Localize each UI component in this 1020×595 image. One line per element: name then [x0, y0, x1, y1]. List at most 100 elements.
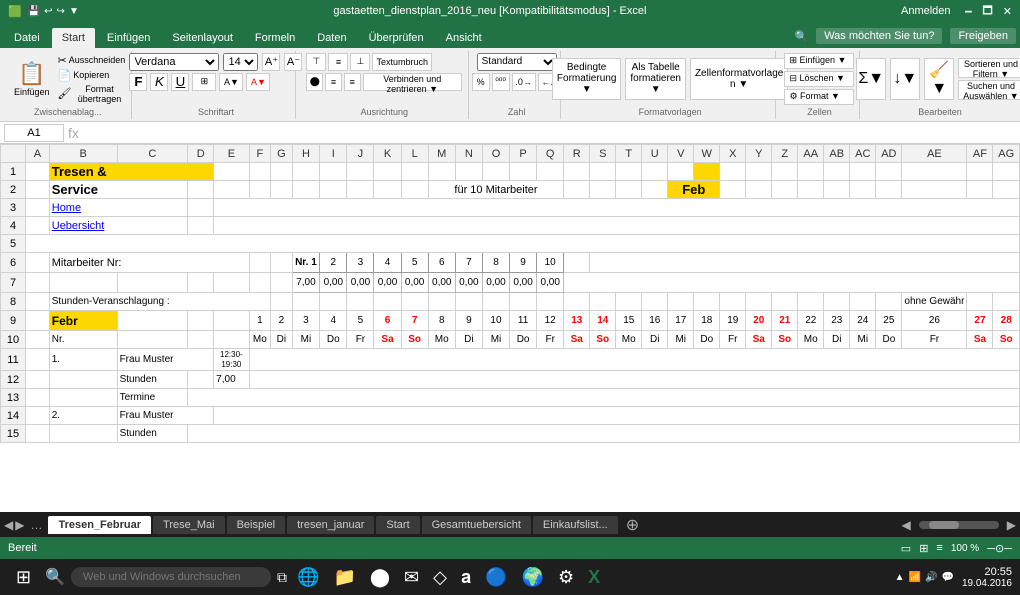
sheet-tab-tresen-februar[interactable]: Tresen_Februar [48, 516, 151, 534]
cell-A9[interactable] [26, 311, 50, 331]
sum-btn[interactable]: Σ▼ [856, 58, 886, 100]
add-sheet-btn[interactable]: ⊕ [620, 515, 645, 535]
cell-X10[interactable]: Fr [720, 331, 746, 349]
col-A[interactable]: A [26, 145, 50, 163]
cell-Q7[interactable]: 0,00 [537, 273, 564, 293]
cell-M8[interactable] [428, 293, 455, 311]
cell-V8[interactable] [668, 293, 694, 311]
cell-rest-15[interactable] [188, 425, 1020, 443]
close-btn[interactable]: ✕ [1003, 5, 1012, 18]
cell-rest-4[interactable] [214, 217, 1020, 235]
cell-N6[interactable]: 7 [455, 253, 482, 273]
cell-AB8[interactable] [824, 293, 850, 311]
row-3-header[interactable]: 3 [1, 199, 26, 217]
cell-Q1[interactable] [537, 163, 564, 181]
cell-R6[interactable] [564, 253, 590, 273]
cell-AF2[interactable] [967, 181, 993, 199]
cell-S1[interactable] [590, 163, 616, 181]
cell-E10[interactable] [214, 331, 249, 349]
amazon-icon[interactable]: 𝐚 [457, 565, 475, 590]
cell-G1[interactable] [271, 163, 293, 181]
cell-P9[interactable]: 11 [510, 311, 537, 331]
row-15-header[interactable]: 15 [1, 425, 26, 443]
col-AA[interactable]: AA [798, 145, 824, 163]
cell-AA1[interactable] [798, 163, 824, 181]
cond-format-btn[interactable]: BedingteFormatierung▼ [552, 58, 621, 100]
wrap-text-btn[interactable]: Textumbruch [372, 53, 432, 71]
app-icon-2[interactable]: 🌍 [518, 565, 548, 590]
excel-taskbar-icon[interactable]: X [584, 565, 604, 590]
cell-A2[interactable] [26, 181, 50, 199]
cell-G7[interactable] [271, 273, 293, 293]
cell-V10[interactable]: Mi [668, 331, 694, 349]
row-9-header[interactable]: 9 [1, 311, 26, 331]
tab-formeln[interactable]: Formeln [245, 28, 305, 48]
view-layout-icon[interactable]: ⊞ [919, 542, 928, 555]
percent-btn[interactable]: % [472, 73, 490, 91]
row-7-header[interactable]: 7 [1, 273, 26, 293]
cell-X8[interactable] [720, 293, 746, 311]
cell-D2[interactable] [188, 181, 214, 199]
cell-F1[interactable] [249, 163, 271, 181]
cell-U10[interactable]: Di [642, 331, 668, 349]
volume-icon[interactable]: 🔊 [925, 572, 937, 583]
cell-Q8[interactable] [537, 293, 564, 311]
cell-M10[interactable]: Mo [428, 331, 455, 349]
cell-A11[interactable] [26, 349, 50, 371]
col-AC[interactable]: AC [850, 145, 876, 163]
cell-AB2[interactable] [824, 181, 850, 199]
format-painter-btn[interactable]: 🖌 Format übertragen [58, 84, 126, 104]
row-1-header[interactable]: 1 [1, 163, 26, 181]
start-button[interactable]: ⊞ [8, 563, 39, 592]
login-btn[interactable]: Anmelden [901, 5, 951, 17]
row-6-header[interactable]: 6 [1, 253, 26, 273]
view-break-icon[interactable]: ≡ [936, 542, 942, 554]
cell-D4[interactable] [188, 217, 214, 235]
col-Q[interactable]: Q [537, 145, 564, 163]
row-5-header[interactable]: 5 [1, 235, 26, 253]
cell-S8[interactable] [590, 293, 616, 311]
col-H[interactable]: H [292, 145, 320, 163]
cell-Y1[interactable] [746, 163, 772, 181]
cell-J1[interactable] [347, 163, 374, 181]
chrome-icon[interactable]: ⬤ [366, 565, 394, 590]
col-AG[interactable]: AG [993, 145, 1020, 163]
cell-K6[interactable]: 4 [374, 253, 401, 273]
cell-E1[interactable] [214, 163, 249, 181]
cell-O8[interactable] [482, 293, 509, 311]
cell-AC1[interactable] [850, 163, 876, 181]
cell-B11[interactable]: 1. [49, 349, 117, 371]
cell-A8[interactable] [26, 293, 50, 311]
cut-btn[interactable]: ✂ Ausschneiden [58, 54, 126, 67]
cell-G9[interactable]: 2 [271, 311, 293, 331]
cell-AB10[interactable]: Di [824, 331, 850, 349]
col-D[interactable]: D [188, 145, 214, 163]
cell-A4[interactable] [26, 217, 50, 235]
row-10-header[interactable]: 10 [1, 331, 26, 349]
cell-U1[interactable] [642, 163, 668, 181]
cell-H6[interactable]: Nr. 1 [292, 253, 320, 273]
row-4-header[interactable]: 4 [1, 217, 26, 235]
tab-seitenlayout[interactable]: Seitenlayout [162, 28, 243, 48]
tab-daten[interactable]: Daten [307, 28, 356, 48]
inc-decimal-btn[interactable]: .0→ [512, 73, 536, 91]
cell-styles-btn[interactable]: Zellenformatvorlagen ▼ [690, 58, 788, 100]
cell-A3[interactable] [26, 199, 50, 217]
col-AB[interactable]: AB [824, 145, 850, 163]
cell-B6[interactable]: Mitarbeiter Nr: [49, 253, 249, 273]
cell-D10[interactable] [188, 331, 214, 349]
col-N[interactable]: N [455, 145, 482, 163]
cell-B15[interactable] [49, 425, 117, 443]
cell-B3[interactable]: Home [49, 199, 187, 217]
dropbox-icon[interactable]: ◇ [429, 565, 451, 590]
cell-AF9[interactable]: 27 [967, 311, 993, 331]
bold-btn[interactable]: F [129, 73, 147, 91]
cell-M7[interactable]: 0,00 [428, 273, 455, 293]
cell-M6[interactable]: 6 [428, 253, 455, 273]
cell-B4[interactable]: Uebersicht [49, 217, 187, 235]
tab-datei[interactable]: Datei [4, 28, 50, 48]
cell-AD9[interactable]: 25 [876, 311, 902, 331]
cell-K7[interactable]: 0,00 [374, 273, 401, 293]
cell-C12[interactable]: Stunden [117, 371, 188, 389]
cell-T8[interactable] [616, 293, 642, 311]
